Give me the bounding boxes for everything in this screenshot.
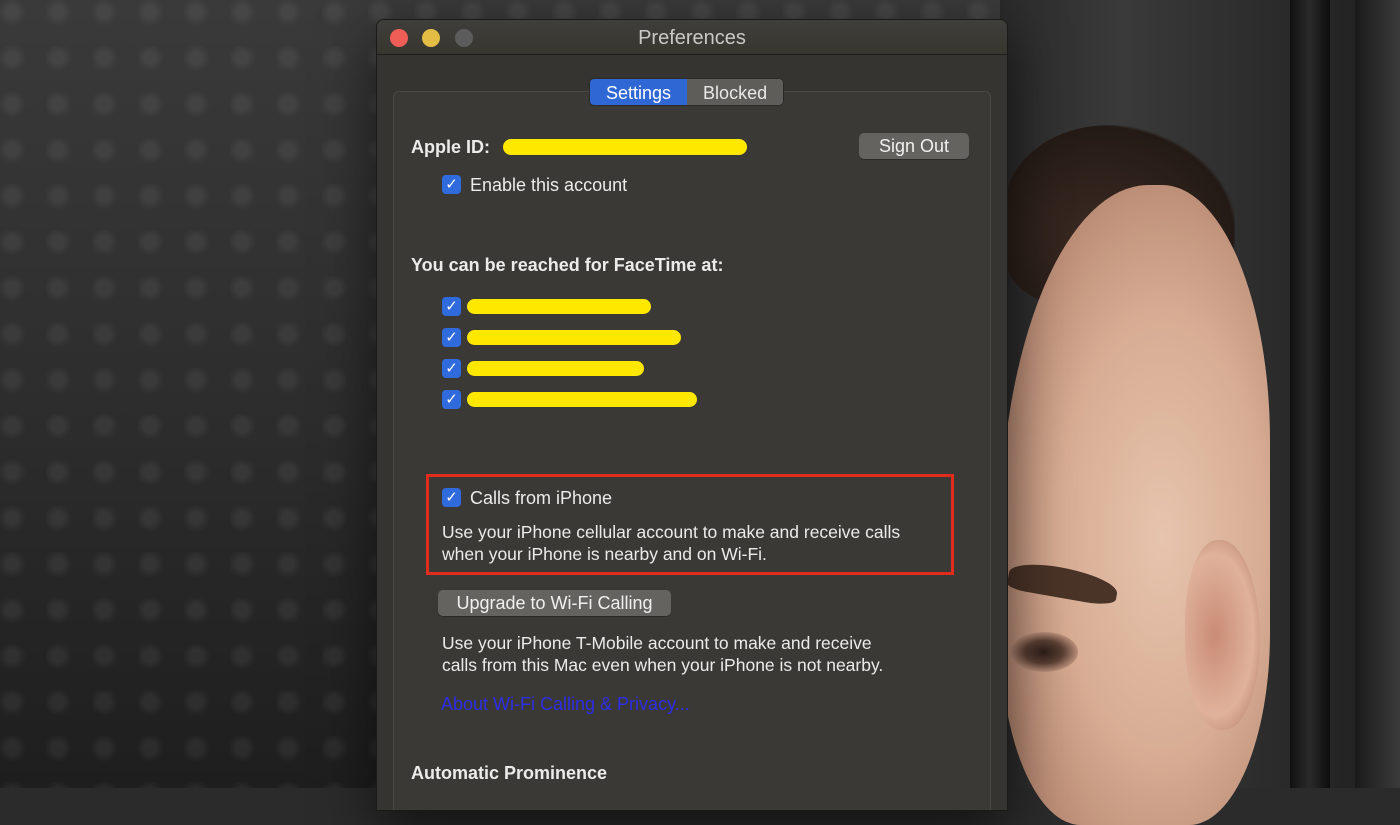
address-checkbox-1[interactable]: ✓: [442, 297, 461, 316]
upgrade-wifi-calling-button[interactable]: Upgrade to Wi-Fi Calling: [438, 590, 671, 616]
tab-blocked[interactable]: Blocked: [687, 79, 784, 105]
address-redaction-1: [467, 299, 651, 314]
calls-description-line-2: when your iPhone is nearby and on Wi-Fi.: [442, 544, 767, 564]
sign-out-button[interactable]: Sign Out: [859, 133, 969, 159]
address-checkbox-2[interactable]: ✓: [442, 328, 461, 347]
automatic-prominence-heading: Automatic Prominence: [411, 763, 608, 783]
calls-from-iphone-label: Calls from iPhone: [470, 488, 613, 508]
wifi-description-line-2: calls from this Mac even when your iPhon…: [442, 655, 884, 675]
wifi-description-line-1: Use your iPhone T-Mobile account to make…: [442, 633, 872, 653]
address-checkbox-4[interactable]: ✓: [442, 390, 461, 409]
apple-id-label: Apple ID:: [411, 137, 490, 157]
calls-from-iphone-checkbox[interactable]: ✓: [442, 488, 461, 507]
address-redaction-2: [467, 330, 681, 345]
tab-settings[interactable]: Settings: [590, 79, 688, 105]
calls-description-line-1: Use your iPhone cellular account to make…: [442, 522, 901, 542]
background-post: [1290, 0, 1330, 788]
reach-heading: You can be reached for FaceTime at:: [411, 255, 724, 275]
title-bar[interactable]: Preferences: [377, 20, 1007, 55]
wifi-calling-privacy-link[interactable]: About Wi-Fi Calling & Privacy...: [441, 694, 690, 715]
address-checkbox-3[interactable]: ✓: [442, 359, 461, 378]
enable-account-label: Enable this account: [470, 175, 628, 195]
person-eye: [1010, 632, 1078, 672]
address-redaction-3: [467, 361, 644, 376]
tab-bar: Settings Blocked: [589, 78, 785, 106]
window-title: Preferences: [638, 27, 746, 49]
address-redaction-4: [467, 392, 697, 407]
apple-id-redaction: [503, 139, 747, 155]
background-post-2: [1355, 0, 1400, 788]
preferences-window: Preferences Settings Blocked Apple ID: S…: [377, 20, 1007, 810]
enable-account-checkbox[interactable]: ✓: [442, 175, 461, 194]
